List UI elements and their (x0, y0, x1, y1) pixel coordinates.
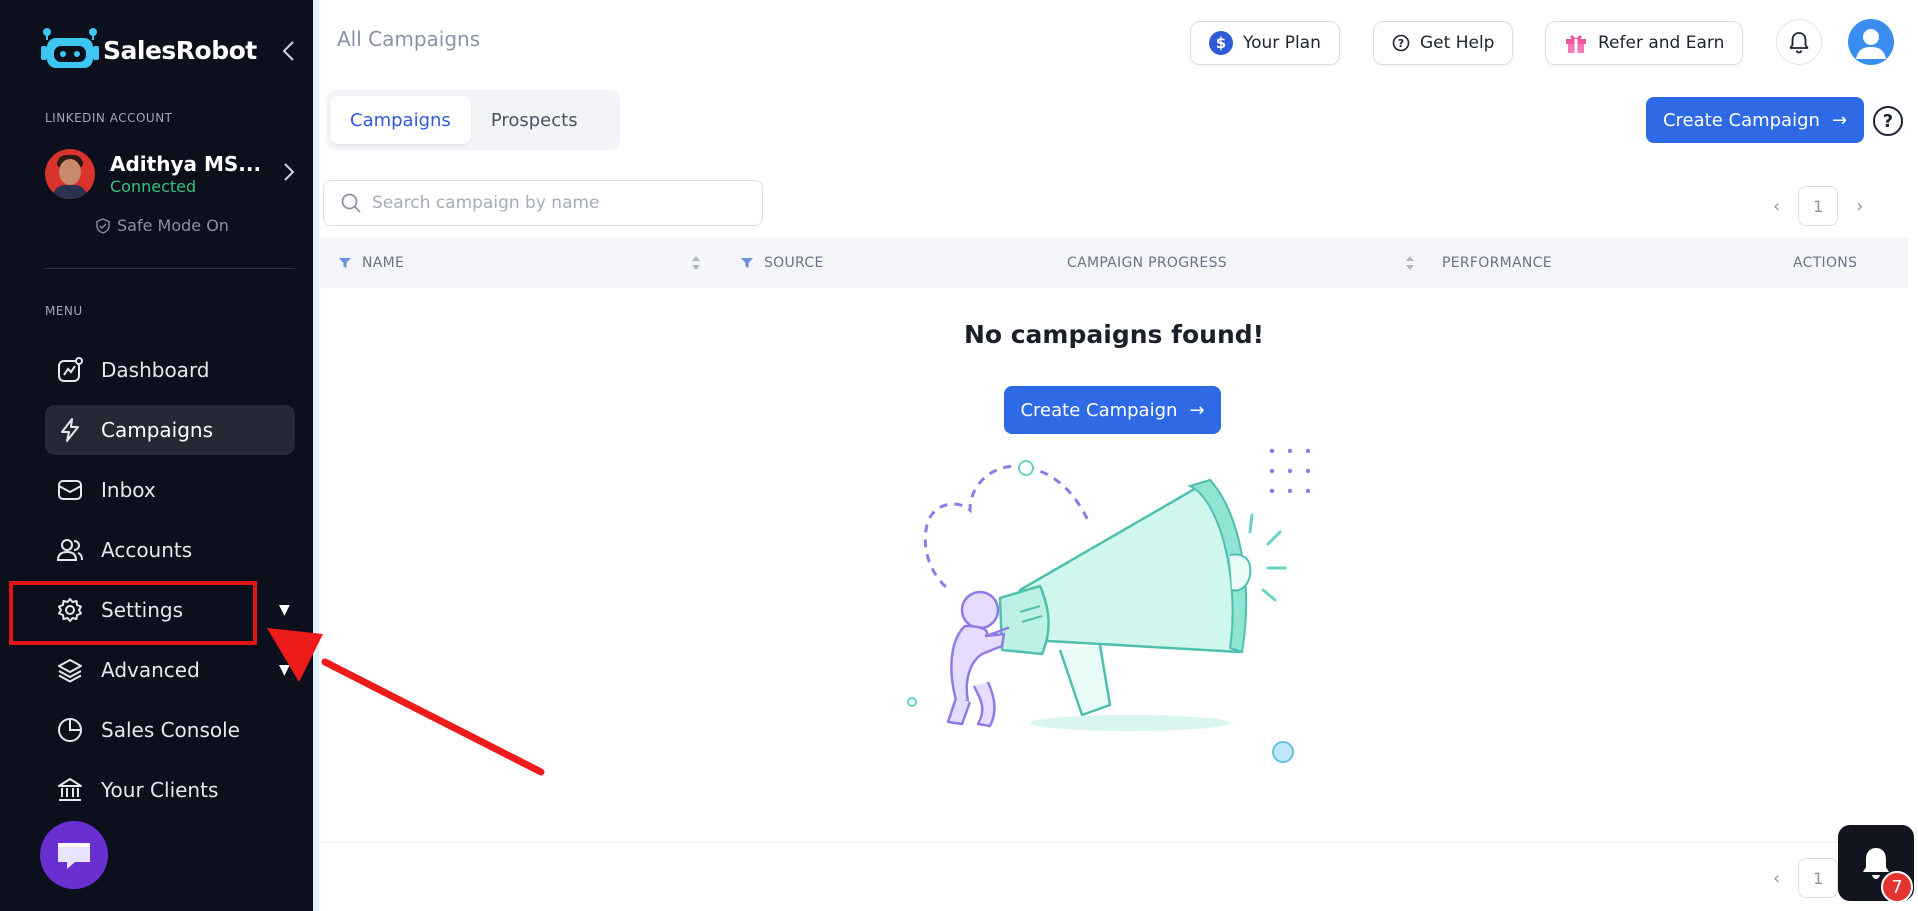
safe-mode-label: Safe Mode On (117, 216, 229, 235)
inbox-icon (55, 475, 85, 505)
empty-state-title: No campaigns found! (963, 320, 1265, 349)
current-page[interactable]: 1 (1798, 858, 1839, 898)
chevron-left-icon (282, 41, 294, 61)
sidebar-item-accounts[interactable]: Accounts (45, 525, 295, 575)
sidebar-item-label: Dashboard (101, 358, 210, 382)
dashboard-icon (55, 355, 85, 385)
chat-support-button[interactable] (40, 821, 108, 889)
sidebar-item-campaigns[interactable]: Campaigns (45, 405, 295, 455)
annotation-highlight-box (9, 581, 257, 645)
chat-icon (58, 843, 90, 869)
bank-icon (55, 775, 85, 805)
linkedin-account-selector[interactable]: Adithya MS... Connected (45, 148, 295, 200)
account-name: Adithya MS... (110, 152, 262, 176)
megaphone-illustration (907, 448, 1310, 763)
table-footer-divider (320, 842, 1908, 843)
empty-create-campaign-label: Create Campaign (1020, 399, 1178, 421)
users-icon (55, 535, 85, 565)
sidebar-item-inbox[interactable]: Inbox (45, 465, 295, 515)
notification-count-badge: 7 (1881, 871, 1913, 903)
sidebar-item-label: Campaigns (101, 418, 214, 442)
sidebar-item-label: Your Clients (101, 778, 219, 802)
sidebar-item-label: Inbox (101, 478, 156, 502)
account-status: Connected (110, 177, 197, 196)
menu-label: MENU (45, 304, 83, 318)
shield-check-icon (96, 217, 110, 234)
pie-chart-icon (55, 715, 85, 745)
safe-mode-status: Safe Mode On (95, 216, 229, 235)
collapse-sidebar-button[interactable] (281, 40, 295, 68)
layers-icon (55, 655, 85, 685)
sidebar-item-label: Advanced (101, 658, 200, 682)
sidebar-item-dashboard[interactable]: Dashboard (45, 345, 295, 395)
sidebar-item-label: Accounts (101, 538, 193, 562)
chevron-right-icon (283, 162, 295, 187)
robot-logo-icon (41, 28, 99, 68)
sidebar-item-label: Sales Console (101, 718, 240, 742)
empty-create-campaign-button[interactable]: Create Campaign → (1004, 386, 1221, 434)
sidebar-divider (45, 268, 295, 269)
prev-page-icon[interactable]: ‹ (1773, 868, 1780, 889)
settings-dropdown-caret-icon[interactable]: ▼ (279, 602, 290, 618)
arrow-right-icon: → (1189, 399, 1205, 421)
lightning-icon (55, 415, 85, 445)
app-logo[interactable]: SalesRobot (41, 28, 257, 72)
app-name: SalesRobot (103, 35, 257, 65)
avatar (45, 149, 95, 199)
pagination-bottom: ‹ 1 (1773, 858, 1839, 898)
linkedin-account-label: LINKEDIN ACCOUNT (45, 111, 173, 125)
